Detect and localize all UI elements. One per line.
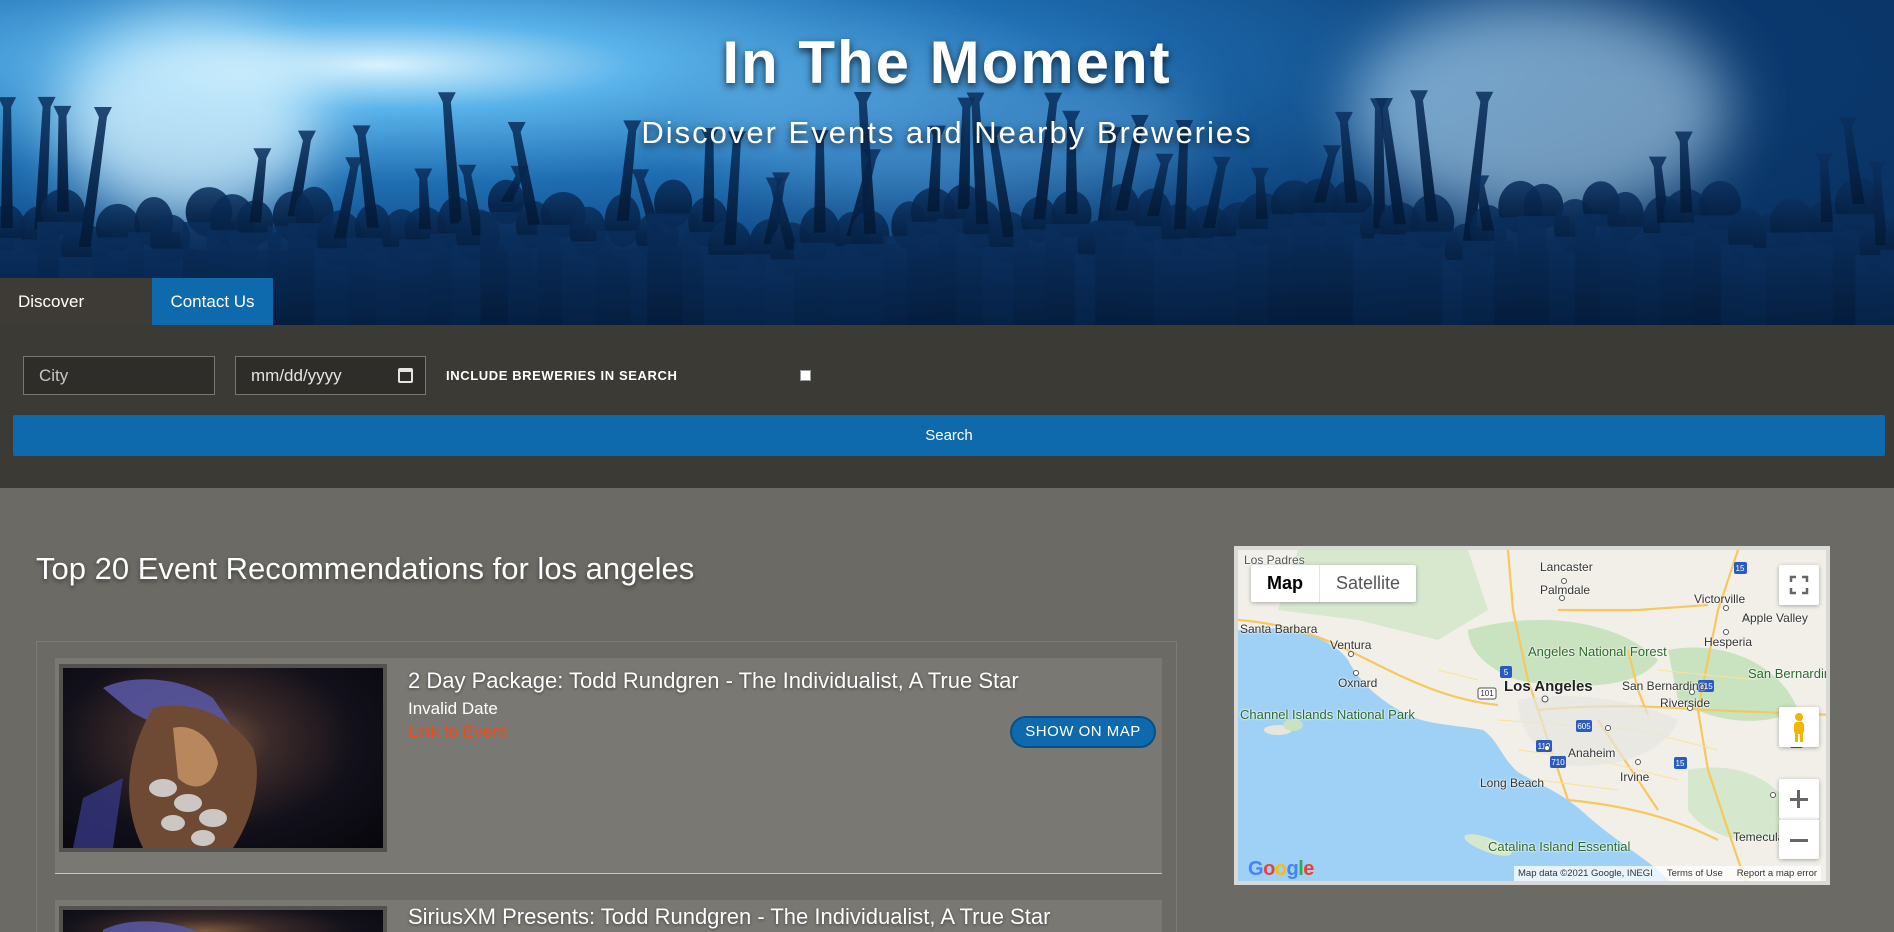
map-type-satellite-button[interactable]: Satellite — [1319, 565, 1416, 602]
event-image — [59, 664, 387, 852]
map-label: Ventura — [1330, 638, 1372, 652]
pegman-icon — [1794, 713, 1804, 742]
terms-of-use-link[interactable]: Terms of Use — [1667, 866, 1723, 881]
street-view-pegman[interactable] — [1779, 707, 1819, 747]
fullscreen-icon — [1789, 575, 1809, 595]
map-label: Palmdale — [1540, 583, 1591, 597]
tab-discover-events[interactable]: Discover Events — [0, 278, 152, 325]
event-card: SiriusXM Presents: Todd Rundgren - The I… — [55, 900, 1162, 932]
map-label: Irvine — [1620, 770, 1650, 784]
site-title: In The Moment — [722, 29, 1172, 96]
map-label: Angeles National Forest — [1528, 644, 1667, 659]
show-on-map-button[interactable]: SHOW ON MAP — [1010, 716, 1156, 748]
map-label: Santa Barbara — [1240, 622, 1318, 636]
svg-text:15: 15 — [1676, 759, 1685, 768]
svg-text:15: 15 — [1736, 564, 1745, 573]
svg-text:5: 5 — [1504, 668, 1509, 677]
zoom-out-button[interactable] — [1779, 819, 1819, 859]
map-label: San Bernardino National Forest — [1748, 666, 1826, 681]
tab-contact-us[interactable]: Contact Us — [152, 278, 273, 325]
city-input[interactable]: City — [23, 356, 215, 395]
zoom-in-button[interactable] — [1779, 779, 1819, 819]
map-type-control: Map Satellite — [1251, 565, 1417, 602]
event-title: 2 Day Package: Todd Rundgren - The Indiv… — [408, 668, 1019, 693]
results-heading: Top 20 Event Recommendations for los ang… — [36, 551, 695, 586]
google-logo: Google — [1248, 858, 1314, 880]
map-label: Long Beach — [1480, 776, 1545, 790]
svg-text:710: 710 — [1551, 758, 1565, 767]
svg-text:605: 605 — [1577, 722, 1591, 731]
map-label: Temecula — [1733, 830, 1785, 844]
hero-banner: In The Moment Discover Events and Nearby… — [0, 0, 1894, 325]
search-button[interactable]: Search — [13, 415, 1885, 456]
fullscreen-button[interactable] — [1779, 565, 1819, 605]
svg-text:101: 101 — [1480, 689, 1494, 698]
map-label: Anaheim — [1568, 746, 1616, 760]
map-label: San Bernardino — [1622, 679, 1706, 693]
include-breweries-label: INCLUDE BREWERIES IN SEARCH — [446, 368, 678, 383]
map-label: Lancaster — [1540, 560, 1593, 574]
event-list: 2 Day Package: Todd Rundgren - The Indiv… — [36, 641, 1177, 932]
event-title: SiriusXM Presents: Todd Rundgren - The I… — [408, 904, 1051, 929]
map-attribution: Map data ©2021 Google, INEGI Terms of Us… — [1514, 866, 1822, 881]
date-input[interactable]: mm/dd/yyyy — [235, 356, 426, 395]
site-subtitle: Discover Events and Nearby Breweries — [641, 115, 1253, 150]
performer-image — [73, 679, 257, 848]
event-link[interactable]: Link to Event — [408, 722, 506, 742]
map-label: Riverside — [1660, 696, 1711, 710]
main-nav: Discover Events Contact Us — [0, 278, 273, 325]
map-type-map-button[interactable]: Map — [1251, 565, 1319, 602]
map-label: Catalina Island Essential — [1488, 839, 1631, 854]
date-placeholder: mm/dd/yyyy — [251, 366, 342, 385]
map-label: Apple Valley — [1742, 611, 1808, 625]
google-map[interactable]: 15 5 101 605 215 110 710 15 10 Los Padre… — [1234, 546, 1830, 885]
event-date: Invalid Date — [408, 699, 498, 718]
calendar-icon[interactable] — [398, 368, 413, 383]
plus-icon-vertical — [1797, 790, 1800, 808]
report-map-error-link[interactable]: Report a map error — [1737, 866, 1817, 881]
map-label: Channel Islands National Park — [1240, 708, 1415, 722]
search-bar: City mm/dd/yyyy INCLUDE BREWERIES IN SEA… — [0, 325, 1894, 488]
performer-image — [103, 921, 198, 932]
map-label: Oxnard — [1338, 676, 1378, 690]
event-card: 2 Day Package: Todd Rundgren - The Indiv… — [55, 658, 1162, 873]
include-breweries-checkbox[interactable] — [800, 370, 811, 381]
map-data-credit: Map data ©2021 Google, INEGI — [1518, 868, 1653, 879]
map-label: Hesperia — [1704, 635, 1753, 649]
map-label: Los Angeles — [1504, 678, 1593, 695]
event-image — [59, 906, 387, 932]
divider — [55, 873, 1162, 874]
map-label: Victorville — [1694, 592, 1746, 606]
minus-icon — [1790, 839, 1808, 842]
